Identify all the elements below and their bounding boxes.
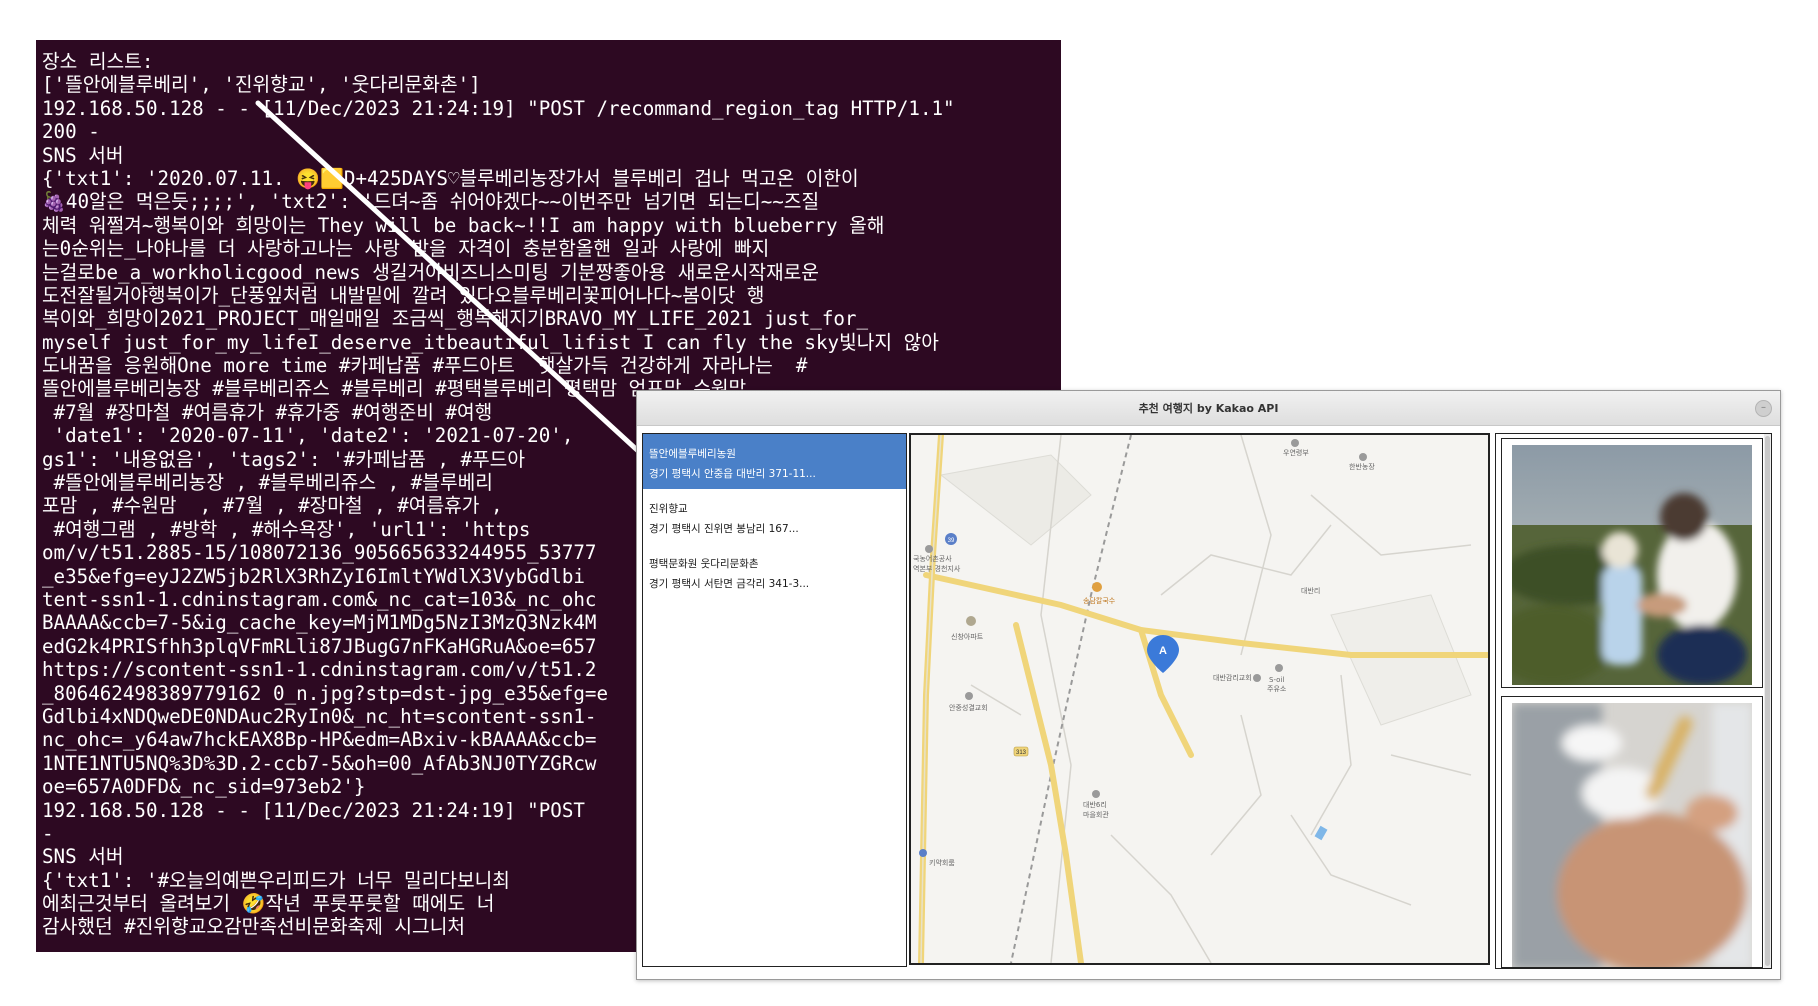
route-label: 313 [1016, 750, 1027, 756]
route-39-shield: 39 [945, 533, 957, 545]
photo-card-1[interactable] [1501, 438, 1763, 688]
route-313-shield: 313 [1013, 746, 1029, 757]
route-label: 39 [948, 538, 955, 544]
terminal-line: 도내꿈을 응원해One more time #카페납품 #푸드아트 햇살가득 건… [42, 354, 808, 378]
travel-recommendation-window: 추천 여행지 by Kakao API – 뜰안에블루베리농원 경기 평택시 안… [636, 390, 1781, 980]
place-address: 경기 평택시 진위면 봉남리 167... [649, 523, 799, 535]
map-label: 대반리 [1301, 586, 1320, 595]
photo-scrollbar[interactable] [1764, 434, 1771, 968]
terminal-line: 는0순위는_나야나를 더 사랑하고나는 사랑 받을 자격이 충분함올핸 일과 사… [42, 237, 770, 261]
place-address: 경기 평택시 서탄면 금각리 341-3... [649, 578, 810, 590]
map-label: 국농어촌공사 [913, 554, 952, 563]
photo-hand-closeup [1512, 703, 1752, 967]
terminal-line: {'txt1': '2020.07.11. 😝🟨D+425DAYS♡블루베리농장… [42, 166, 859, 190]
kakao-map[interactable]: 39 313 우연령부 한반농장 국농어촌공사 역본부 경천지사 송담칼국수 대… [909, 433, 1490, 965]
place-item-blueberry-farm[interactable]: 뜰안에블루베리농원 경기 평택시 안중읍 대반리 371-11... [643, 434, 906, 489]
terminal-line: 200 - [42, 120, 100, 144]
terminal-line: myself just_for_my_lifeI_deserve_itbeaut… [42, 330, 939, 354]
map-label: 대반6리 [1083, 800, 1107, 809]
place-item-jinwi-hyanggyo[interactable]: 진위향교 경기 평택시 진위면 봉남리 167... [643, 489, 906, 544]
photo-card-2[interactable] [1501, 696, 1763, 968]
marker-label: A [1159, 645, 1167, 657]
map-canvas[interactable]: 39 313 우연령부 한반농장 국농어촌공사 역본부 경천지사 송담칼국수 대… [911, 435, 1488, 963]
terminal-line: SNS 서버 [42, 143, 124, 167]
terminal-line: 도전잘될거야행복이가_단풍잎처럼 내발밑에 깔려 있다오블루베리꽃피어나다~봄이… [42, 283, 765, 307]
photo-panel [1495, 433, 1772, 969]
photo-blueberry-farm [1512, 445, 1752, 685]
terminal-line: 체력 워쩔겨~행복이와 희망이는 They will be back~!!I a… [42, 213, 885, 237]
terminal-line: 는걸로be_a_workholicgood_news 생길거야비즈니스미팅 기분… [42, 260, 819, 284]
map-label: 주유소 [1267, 685, 1287, 693]
terminal-line: 192.168.50.128 - - [11/Dec/2023 21:24:19… [42, 96, 955, 120]
map-label: 신창아파트 [951, 632, 984, 641]
map-label: 역본부 경천지사 [913, 564, 961, 573]
map-label: 안중성결교회 [949, 703, 988, 712]
place-address: 경기 평택시 안중읍 대반리 371-11... [649, 468, 816, 480]
terminal-line: 장소 리스트: [42, 50, 154, 73]
map-label: 우연령부 [1283, 449, 1309, 457]
map-label: 한반농장 [1349, 462, 1375, 471]
map-label: 송담칼국수 [1083, 596, 1116, 605]
window-titlebar[interactable]: 추천 여행지 by Kakao API – [637, 391, 1780, 426]
window-title: 추천 여행지 by Kakao API [1138, 402, 1279, 415]
terminal-line: 복이와_희망이2021_PROJECT_매일매일 조금씩_행복해지기BRAVO_… [42, 307, 869, 331]
place-list: 뜰안에블루베리농원 경기 평택시 안중읍 대반리 371-11... 진위향교 … [642, 433, 907, 967]
map-label: S-oil [1269, 676, 1284, 684]
scrollbar-thumb[interactable] [1765, 436, 1770, 966]
map-label: 마을회관 [1083, 810, 1109, 819]
place-item-utdari-culture-village[interactable]: 평택문화원 웃다리문화촌 경기 평택시 서탄면 금각리 341-3... [643, 544, 906, 599]
map-label: 키약회룸 [929, 858, 955, 867]
place-name: 뜰안에블루베리농원 [649, 448, 736, 460]
close-button[interactable]: – [1755, 400, 1772, 417]
terminal-line: 🍇40알은 먹은듯;;;;', 'txt2': '드뎌~좀 쉬어야겠다~~이번주… [42, 190, 820, 214]
screenshot-stage: 장소 리스트: ['뜰안에블루베리', '진위향교', '웃다리문화촌'] 192.… [0, 0, 1818, 1006]
place-name: 평택문화원 웃다리문화촌 [649, 558, 759, 570]
map-label: 대반감리교회 [1213, 673, 1252, 682]
place-name: 진위향교 [649, 503, 688, 515]
terminal-line: ['뜰안에블루베리', '진위향교', '웃다리문화촌'] [42, 73, 481, 97]
